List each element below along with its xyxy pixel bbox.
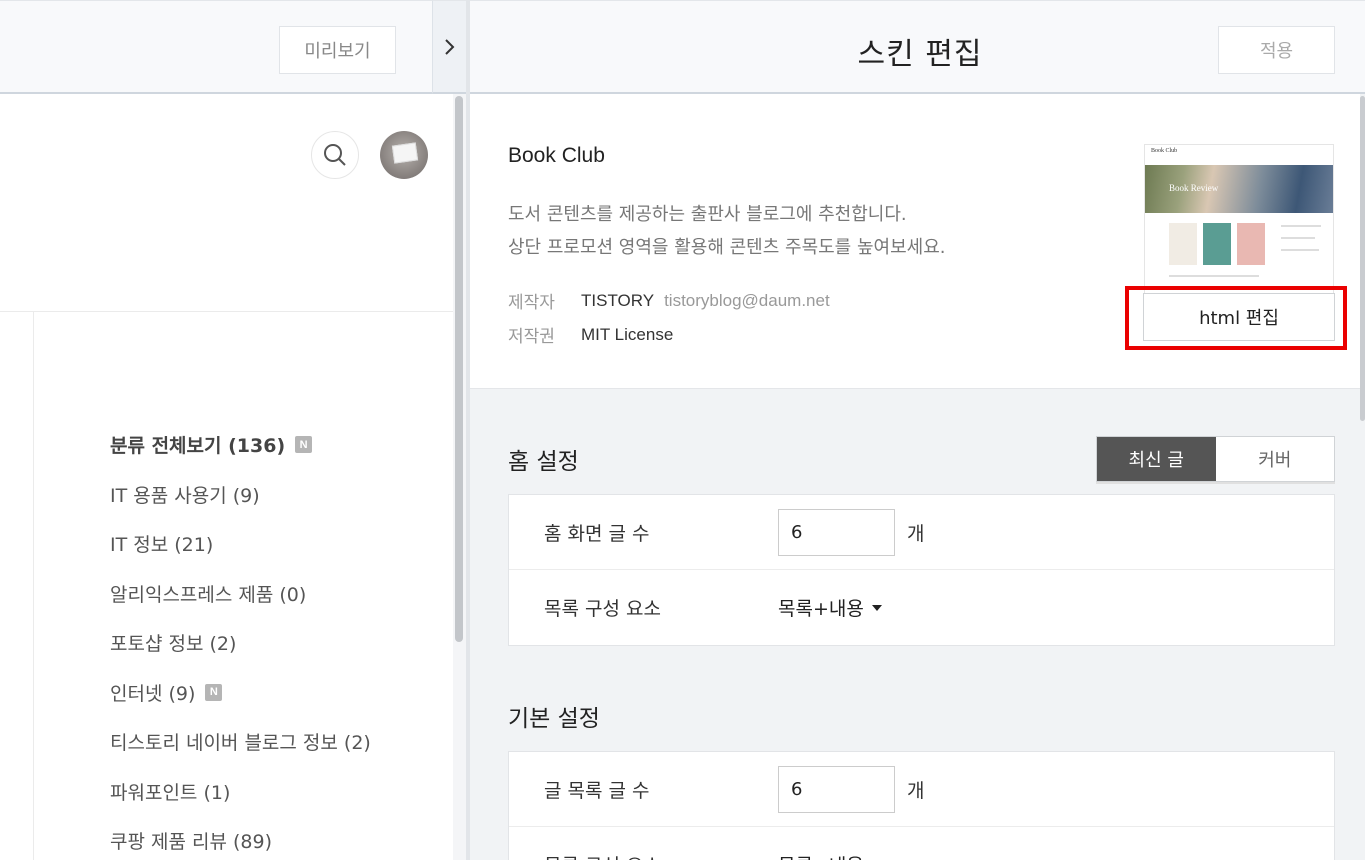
editor-toolbar: 스킨 편집 적용: [470, 0, 1365, 94]
caret-down-icon: [871, 604, 882, 611]
sidebar-divider: [33, 312, 34, 860]
license-label: 저작권: [508, 327, 555, 347]
chevron-right-icon: [444, 38, 454, 55]
maker-row: 제작자 TISTORY tistoryblog@daum.net: [508, 288, 830, 314]
category-item[interactable]: 포토샵 정보 (2): [110, 618, 371, 668]
blog-header: [0, 96, 453, 312]
thumbnail-card: [1203, 223, 1231, 265]
html-edit-button[interactable]: html 편집: [1143, 293, 1335, 341]
post-list-count-input[interactable]: 6: [778, 765, 895, 813]
home-post-count-row: 홈 화면 글 수 6 개: [509, 495, 1334, 570]
category-item-all[interactable]: 분류 전체보기 (136) N: [110, 420, 371, 470]
list-component-select[interactable]: 목록+내용: [778, 851, 882, 860]
blog-preview-pane: 미리보기 분류 전체보기 (136) N IT 용품 사용기 (9) IT 정보…: [0, 0, 466, 860]
avatar[interactable]: [380, 131, 428, 179]
category-item[interactable]: IT 정보 (21): [110, 519, 371, 569]
unit-label: 개: [907, 522, 925, 545]
avatar-image: [391, 142, 419, 164]
select-value: 목록+내용: [778, 598, 864, 620]
category-item[interactable]: 인터넷 (9) N: [110, 668, 371, 718]
category-item[interactable]: 티스토리 네이버 블로그 정보 (2): [110, 717, 371, 767]
skin-editor-pane: 스킨 편집 적용 Book Club 도서 콘텐츠를 제공하는 출판사 블로그에…: [470, 0, 1365, 860]
select-value: 목록+내용: [778, 851, 864, 860]
tab-latest-posts[interactable]: 최신 글: [1097, 437, 1216, 481]
home-list-component-select[interactable]: 목록+내용: [778, 594, 882, 621]
preview-button[interactable]: 미리보기: [279, 26, 396, 74]
search-button[interactable]: [311, 131, 359, 179]
category-label: 인터넷 (9): [110, 682, 196, 705]
basic-settings-title: 기본 설정: [508, 706, 600, 732]
collapse-panel-button[interactable]: [432, 0, 466, 94]
home-settings-title: 홈 설정: [508, 449, 579, 475]
editor-scrollbar-thumb[interactable]: [1360, 96, 1365, 421]
skin-info-panel: Book Club 도서 콘텐츠를 제공하는 출판사 블로그에 추천합니다. 상…: [470, 94, 1360, 389]
category-label: 티스토리 네이버 블로그 정보 (2): [110, 732, 371, 755]
category-item[interactable]: 알리익스프레스 제품 (0): [110, 569, 371, 619]
skin-description-line: 도서 콘텐츠를 제공하는 출판사 블로그에 추천합니다.: [508, 204, 907, 225]
category-item[interactable]: 쿠팡 제품 리뷰 (89): [110, 816, 371, 860]
skin-description: 도서 콘텐츠를 제공하는 출판사 블로그에 추천합니다. 상단 프로모션 영역을…: [508, 198, 946, 264]
post-list-count-row: 글 목록 글 수 6 개: [509, 752, 1334, 827]
list-component-row: 목록 구성 요소 목록+내용: [509, 827, 1334, 860]
maker-label: 제작자: [508, 293, 555, 313]
thumbnail-hero-text: Book Review: [1169, 183, 1219, 193]
setting-label: 홈 화면 글 수: [544, 522, 650, 545]
maker-email: tistoryblog@daum.net: [664, 290, 830, 310]
preview-scrollbar-thumb[interactable]: [455, 96, 463, 642]
category-label: 포토샵 정보 (2): [110, 633, 237, 656]
tab-cover[interactable]: 커버: [1215, 437, 1334, 481]
new-badge: N: [295, 436, 313, 454]
search-icon: [324, 144, 346, 166]
unit-label: 개: [907, 779, 925, 802]
category-list: 분류 전체보기 (136) N IT 용품 사용기 (9) IT 정보 (21)…: [110, 420, 371, 860]
home-list-component-row: 목록 구성 요소 목록+내용: [509, 570, 1334, 645]
setting-label: 글 목록 글 수: [544, 779, 650, 802]
preview-toolbar: 미리보기: [0, 0, 432, 94]
category-label: 알리익스프레스 제품 (0): [110, 583, 307, 606]
category-label: 파워포인트 (1): [110, 781, 231, 804]
home-type-toggle: 최신 글 커버: [1096, 436, 1335, 482]
category-label: 분류 전체보기 (136): [110, 435, 286, 458]
license-row: 저작권 MIT License: [508, 322, 674, 348]
category-label: 쿠팡 제품 리뷰 (89): [110, 831, 273, 854]
skin-thumbnail: Book Club Book Review: [1144, 144, 1334, 294]
category-label: IT 정보 (21): [110, 534, 214, 557]
thumbnail-logo: Book Club: [1151, 148, 1178, 154]
category-label: IT 용품 사용기 (9): [110, 484, 260, 507]
skin-name: Book Club: [508, 144, 605, 167]
category-item[interactable]: IT 용품 사용기 (9): [110, 470, 371, 520]
apply-button[interactable]: 적용: [1218, 26, 1335, 74]
setting-label: 목록 구성 요소: [544, 598, 661, 620]
thumbnail-hero: Book Review: [1145, 165, 1333, 213]
home-settings-card: 홈 화면 글 수 6 개 목록 구성 요소 목록+내용: [508, 494, 1335, 646]
thumbnail-card: [1169, 223, 1197, 265]
thumbnail-card: [1237, 223, 1265, 265]
setting-label: 목록 구성 요소: [544, 851, 661, 860]
category-item[interactable]: 파워포인트 (1): [110, 767, 371, 817]
skin-description-line: 상단 프로모션 영역을 활용해 콘텐츠 주목도를 높여보세요.: [508, 237, 946, 258]
maker-value: TISTORY: [581, 290, 655, 310]
basic-settings-card: 글 목록 글 수 6 개 목록 구성 요소 목록+내용: [508, 751, 1335, 860]
home-post-count-input[interactable]: 6: [778, 508, 895, 556]
new-badge: N: [205, 683, 223, 701]
license-value: MIT License: [581, 324, 674, 344]
